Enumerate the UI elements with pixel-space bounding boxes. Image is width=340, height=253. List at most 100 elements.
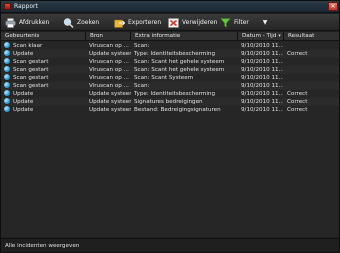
datetime-cell: 9/10/2010 11... xyxy=(241,107,283,113)
result-cell: Correct xyxy=(287,99,308,105)
result-cell: Correct xyxy=(287,51,308,57)
column-header-datetime-label: Datum - Tijd xyxy=(242,33,277,39)
delete-label: Verwijderen xyxy=(182,19,218,26)
event-label: Update xyxy=(13,91,34,97)
table-row[interactable]: Update Update systeem Type: Identiteitsbes… xyxy=(1,50,339,58)
status-info-icon xyxy=(4,74,10,80)
export-button[interactable]: Exporteren xyxy=(114,17,161,28)
status-text: Alle incidenten weergeven xyxy=(5,243,80,249)
result-cell xyxy=(287,42,335,50)
status-info-icon xyxy=(4,98,10,104)
filter-dropdown[interactable]: ▼ xyxy=(261,17,269,28)
source-cell: Update systeem xyxy=(89,99,131,105)
event-cell: Update xyxy=(4,106,84,114)
print-label: Afdrukken xyxy=(19,19,50,26)
column-header-event[interactable]: Gebeurtenis xyxy=(1,32,86,41)
search-label: Zoeken xyxy=(77,19,100,26)
filter-label: Filter xyxy=(234,19,249,26)
print-button[interactable]: Afdrukken xyxy=(5,17,49,28)
incident-table: Gebeurtenis Bron Extra informatie Datum … xyxy=(1,32,339,237)
source-cell: Viruscan op ... xyxy=(89,43,129,49)
status-bar: Alle incidenten weergeven xyxy=(1,238,339,252)
close-button[interactable]: ✕ xyxy=(328,2,338,11)
status-info-icon xyxy=(4,66,10,72)
toolbar: Afdrukken Zoeken Exporteren Verwijderen xyxy=(1,14,339,31)
filter-button[interactable]: Filter xyxy=(220,17,249,28)
info-cell: Scan: Scant het gehele systeem xyxy=(134,67,225,73)
title-bar: Rapport ✕ xyxy=(1,1,339,13)
event-cell: Scan gestart xyxy=(4,58,84,66)
datetime-cell: 9/10/2010 11... xyxy=(241,75,283,81)
column-header-datetime[interactable]: Datum - Tijd ▾ xyxy=(238,32,284,41)
event-cell: Update xyxy=(4,98,84,106)
source-cell: Update systeem xyxy=(89,91,131,97)
filter-icon xyxy=(220,17,231,28)
column-header-result[interactable]: Resultaat xyxy=(284,32,339,41)
datetime-cell: 9/10/2010 11... xyxy=(241,43,283,49)
info-cell: Type: Identiteitsbescherming xyxy=(134,91,216,97)
result-cell xyxy=(287,58,335,66)
source-cell: Update systeem xyxy=(89,107,131,113)
event-label: Scan gestart xyxy=(13,59,49,65)
search-icon xyxy=(63,17,74,28)
event-cell: Scan klaar xyxy=(4,42,84,50)
event-cell: Scan gestart xyxy=(4,66,84,74)
result-cell xyxy=(287,82,335,90)
event-label: Scan gestart xyxy=(13,83,49,89)
info-cell: Scan: xyxy=(134,43,150,49)
result-cell: Correct xyxy=(287,107,308,113)
event-label: Update xyxy=(13,99,34,105)
event-cell: Scan gestart xyxy=(4,74,84,82)
status-info-icon xyxy=(4,90,10,96)
column-header-info[interactable]: Extra informatie xyxy=(131,32,238,41)
printer-icon xyxy=(5,17,16,28)
info-cell: Bestand: Bedreigingsignaturen xyxy=(134,107,221,113)
source-cell: Viruscan op ... xyxy=(89,75,129,81)
info-cell: Signatures bedreigingen xyxy=(134,99,203,105)
event-label: Scan gestart xyxy=(13,67,49,73)
info-cell: Scan: Scant Systeem xyxy=(134,75,194,81)
delete-button[interactable]: Verwijderen xyxy=(168,17,217,28)
table-row[interactable]: Update Update systeem Bestand: Bedreigings… xyxy=(1,106,339,114)
status-info-icon xyxy=(4,50,10,56)
table-row[interactable]: Scan klaar Viruscan op ... Scan: 9/10/2010 … xyxy=(1,42,339,50)
app-icon xyxy=(4,3,11,10)
delete-icon xyxy=(168,17,179,28)
event-label: Update xyxy=(13,107,34,113)
column-header-source[interactable]: Bron xyxy=(86,32,131,41)
export-label: Exporteren xyxy=(128,19,162,26)
info-cell: Type: Identiteitsbescherming xyxy=(134,51,216,57)
event-label: Scan klaar xyxy=(13,43,43,49)
result-cell: Correct xyxy=(287,91,308,97)
event-label: Update xyxy=(13,51,34,57)
datetime-cell: 9/10/2010 11... xyxy=(241,83,283,89)
event-cell: Update xyxy=(4,50,84,58)
table-row[interactable]: Update Update systeem Signatures bedreigin… xyxy=(1,98,339,106)
source-cell: Viruscan op ... xyxy=(89,67,129,73)
event-cell: Update xyxy=(4,90,84,98)
table-row[interactable]: Update Update systeem Type: Identiteitsbes… xyxy=(1,90,339,98)
datetime-cell: 9/10/2010 11... xyxy=(241,59,283,65)
info-cell: Scan: Scant het gehele systeem xyxy=(134,59,225,65)
table-row[interactable]: Scan gestart Viruscan op ... Scan: 9/10/201… xyxy=(1,82,339,90)
table-row[interactable]: Scan gestart Viruscan op ... Scan: Scant S… xyxy=(1,74,339,82)
datetime-cell: 9/10/2010 11... xyxy=(241,51,283,57)
status-info-icon xyxy=(4,106,10,112)
result-cell xyxy=(287,74,335,82)
status-info-icon xyxy=(4,42,10,48)
table-row[interactable]: Scan gestart Viruscan op ... Scan: Scant h… xyxy=(1,58,339,66)
report-window: Rapport ✕ Afdrukken Zoeken Exporteren Ve… xyxy=(0,0,340,253)
status-info-icon xyxy=(4,58,10,64)
source-cell: Update systeem xyxy=(89,51,131,57)
source-cell: Viruscan op ... xyxy=(89,59,129,65)
export-icon xyxy=(114,19,125,28)
window-title: Rapport xyxy=(14,3,38,10)
event-cell: Scan gestart xyxy=(4,82,84,90)
search-button[interactable]: Zoeken xyxy=(63,17,99,28)
table-row[interactable]: Scan gestart Viruscan op ... Scan: Scant h… xyxy=(1,66,339,74)
info-cell: Scan: xyxy=(134,83,150,89)
status-info-icon xyxy=(4,82,10,88)
datetime-cell: 9/10/2010 11... xyxy=(241,91,283,97)
event-label: Scan gestart xyxy=(13,75,49,81)
sort-descending-icon: ▾ xyxy=(278,33,281,39)
